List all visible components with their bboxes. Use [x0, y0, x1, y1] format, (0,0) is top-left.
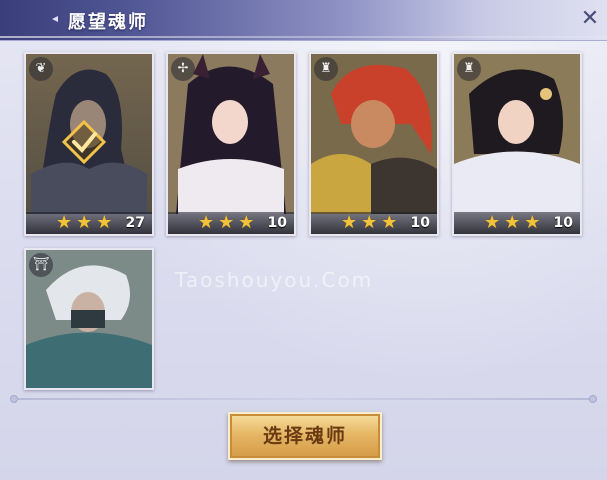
star-icon: ★ [381, 212, 398, 233]
star-icon: ★ [524, 212, 541, 233]
star-icon: ★ [218, 212, 235, 233]
star-rating: ★ ★ ★ [198, 214, 254, 232]
star-icon: ★ [484, 212, 501, 233]
tower-icon: ♜ [314, 57, 338, 81]
card-footer: ★ ★ ★ 10 [454, 212, 580, 234]
soul-master-card-2[interactable]: ✢ ★ ★ ★ 10 [166, 52, 296, 236]
wish-soul-master-panel: 愿望魂师 ✕ ❦ ★ ★ ★ 27 ✢ ★ ★ ★ 10 ♜ ★ ★ ★ 10 … [0, 0, 607, 480]
star-rating: ★ ★ ★ [56, 214, 112, 232]
level-label: 10 [553, 215, 573, 231]
title-bar: 愿望魂师 ✕ [0, 0, 607, 41]
level-label: 10 [410, 215, 430, 231]
star-icon: ★ [198, 212, 215, 233]
star-icon: ★ [238, 212, 255, 233]
star-icon: ★ [341, 212, 358, 233]
soul-master-card-4[interactable]: ♜ ★ ★ ★ 10 [452, 52, 582, 236]
soul-master-card-3[interactable]: ♜ ★ ★ ★ 10 [309, 52, 439, 236]
level-label: 10 [267, 215, 287, 231]
star-icon: ★ [56, 212, 73, 233]
soul-master-card-5[interactable]: ⛩ [24, 248, 154, 390]
close-icon[interactable]: ✕ [577, 6, 603, 32]
level-label: 27 [125, 215, 145, 231]
window-title: 愿望魂师 [68, 12, 148, 33]
selected-check-icon [62, 120, 106, 164]
card-footer: ★ ★ ★ 10 [311, 212, 437, 234]
star-icon: ★ [96, 212, 113, 233]
divider [10, 395, 597, 403]
watermark: Taoshouyou.Com [175, 268, 374, 292]
star-icon: ★ [76, 212, 93, 233]
wing-icon: ❦ [29, 57, 53, 81]
soul-master-card-1[interactable]: ❦ ★ ★ ★ 27 [24, 52, 154, 236]
star-rating: ★ ★ ★ [484, 214, 540, 232]
star-rating: ★ ★ ★ [341, 214, 397, 232]
select-soul-master-button[interactable]: 选择魂师 [228, 412, 382, 460]
tower-icon: ♜ [457, 57, 481, 81]
bird-icon: ✢ [171, 57, 195, 81]
gate-icon: ⛩ [29, 253, 53, 277]
card-footer: ★ ★ ★ 27 [26, 212, 152, 234]
star-icon: ★ [361, 212, 378, 233]
card-footer: ★ ★ ★ 10 [168, 212, 294, 234]
star-icon: ★ [504, 212, 521, 233]
title-ornament-icon [38, 16, 58, 22]
